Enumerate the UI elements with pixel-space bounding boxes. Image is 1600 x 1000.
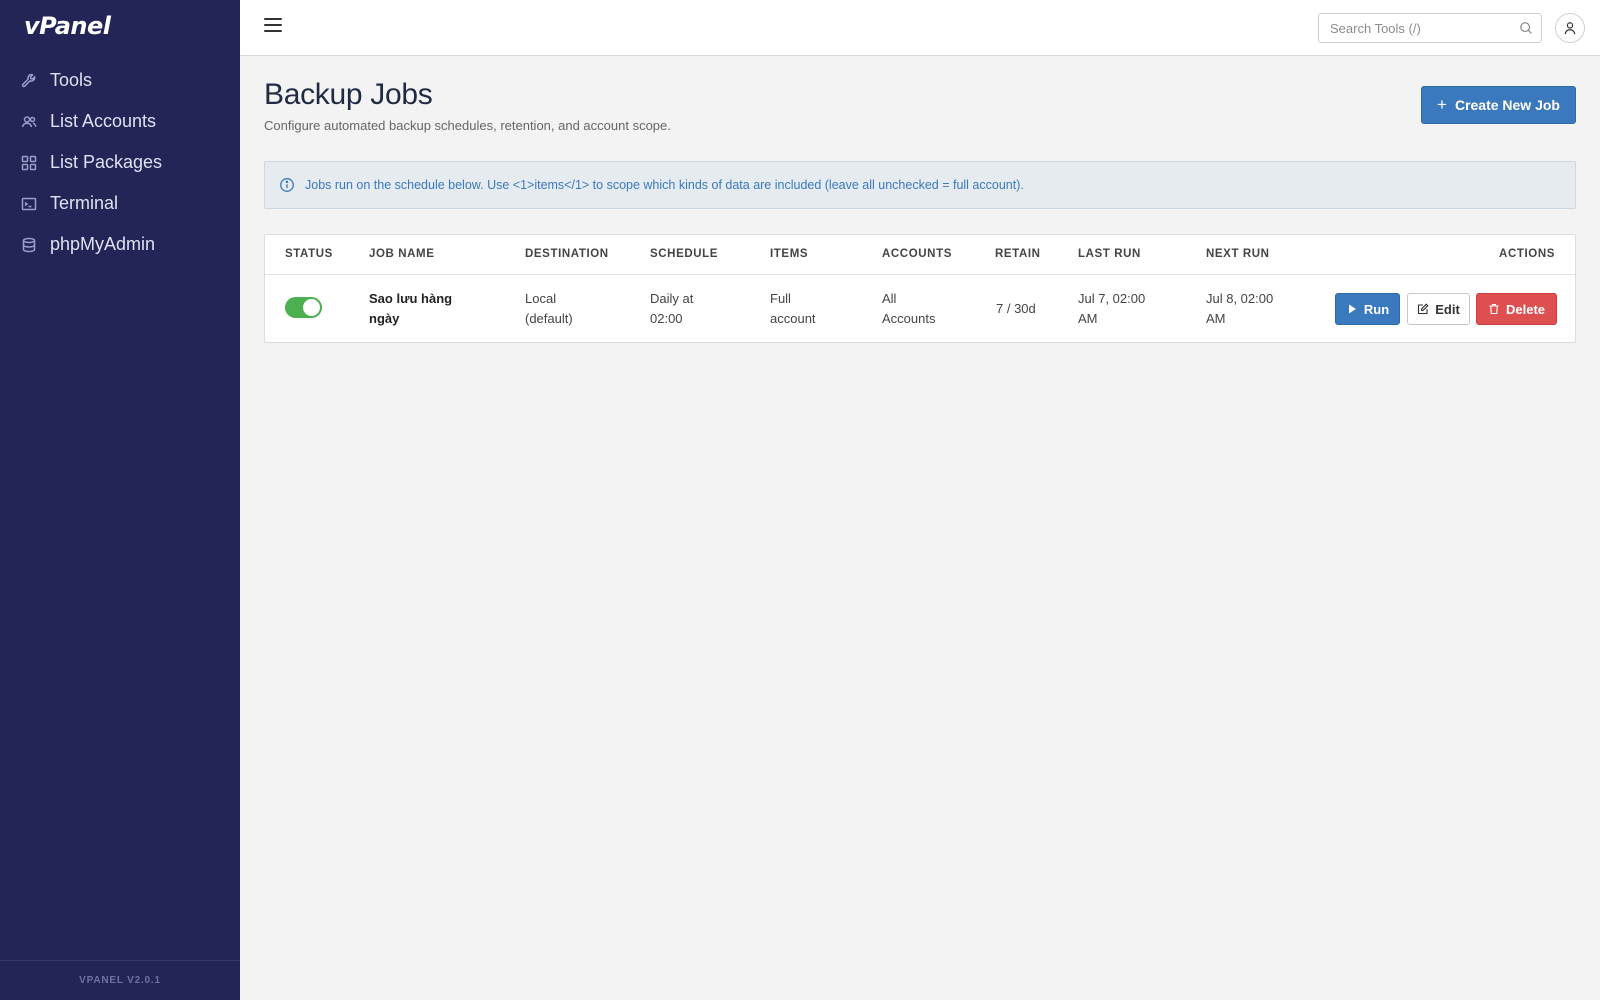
search-input[interactable]	[1319, 14, 1499, 42]
table-header: STATUS JOB NAME DESTINATION SCHEDULE ITE…	[265, 235, 1575, 275]
header-schedule: SCHEDULE	[650, 248, 719, 260]
delete-label: Delete	[1505, 301, 1546, 317]
items-cell: Full account	[770, 289, 816, 329]
last-run-line: AM	[1078, 311, 1098, 326]
run-label: Run	[1363, 301, 1390, 317]
status-toggle[interactable]	[285, 297, 322, 318]
wrench-icon	[20, 72, 38, 90]
search-box	[1318, 13, 1542, 43]
sidebar-item-label: Terminal	[50, 193, 119, 213]
trash-icon	[1489, 303, 1499, 315]
page-subtitle: Configure automated backup schedules, re…	[264, 118, 671, 133]
search-icon[interactable]	[1519, 21, 1533, 35]
sidebar-item-label: phpMyAdmin	[50, 234, 156, 254]
schedule-line: Daily at	[650, 291, 694, 306]
sidebar-item-phpmyadmin[interactable]: phpMyAdmin	[0, 224, 240, 265]
items-line: account	[770, 311, 816, 326]
topbar	[240, 0, 1600, 56]
delete-button[interactable]: Delete	[1476, 293, 1557, 325]
job-name-cell: Sao lưu hàng ngày	[369, 289, 452, 329]
last-run-cell: Jul 7, 02:00 AM	[1078, 289, 1145, 329]
run-button[interactable]: Run	[1335, 293, 1400, 325]
header-last-run: LAST RUN	[1078, 248, 1141, 260]
header-actions: ACTIONS	[1499, 248, 1555, 260]
destination-line: Local	[525, 291, 557, 306]
toggle-knob	[303, 299, 320, 316]
accounts-line: All	[882, 291, 897, 306]
grid-icon	[20, 154, 38, 172]
sidebar-item-label: List Packages	[50, 152, 163, 172]
accounts-cell: All Accounts	[882, 289, 935, 329]
backup-jobs-table: STATUS JOB NAME DESTINATION SCHEDULE ITE…	[264, 234, 1576, 343]
info-icon	[280, 178, 294, 192]
users-icon	[20, 113, 38, 131]
sidebar-item-list-packages[interactable]: List Packages	[0, 142, 240, 183]
play-icon	[1348, 304, 1356, 314]
header-items: ITEMS	[770, 248, 809, 260]
job-name-line: Sao lưu hàng	[369, 291, 453, 306]
sidebar-nav: Tools List Accounts List Packages Termin…	[0, 60, 240, 265]
create-new-job-button[interactable]: + Create New Job	[1421, 86, 1576, 124]
header-retain: RETAIN	[995, 248, 1041, 260]
header-status: STATUS	[285, 248, 333, 260]
sidebar-item-list-accounts[interactable]: List Accounts	[0, 101, 240, 142]
database-icon	[20, 236, 38, 254]
info-text: Jobs run on the schedule below. Use <1>i…	[305, 178, 1024, 192]
sidebar-item-terminal[interactable]: Terminal	[0, 183, 240, 224]
header-accounts: ACCOUNTS	[882, 248, 952, 260]
sidebar-item-label: List Accounts	[50, 111, 157, 131]
sidebar-item-label: Tools	[50, 70, 93, 90]
header-next-run: NEXT RUN	[1206, 248, 1270, 260]
plus-icon: +	[1437, 95, 1447, 114]
hamburger-icon[interactable]	[264, 18, 282, 34]
schedule-line: 02:00	[650, 311, 683, 326]
retain-cell: 7 / 30d	[996, 301, 1036, 316]
version-label: VPANEL V2.0.1	[0, 960, 240, 1000]
job-name-line: ngày	[369, 311, 400, 326]
info-alert: Jobs run on the schedule below. Use <1>i…	[264, 161, 1576, 209]
destination-cell: Local (default)	[525, 289, 573, 329]
edit-button[interactable]: Edit	[1407, 293, 1470, 325]
accounts-line: Accounts	[882, 311, 936, 326]
page-title: Backup Jobs	[264, 78, 433, 111]
items-line: Full	[770, 291, 791, 306]
next-run-line: Jul 8, 02:00	[1206, 291, 1274, 306]
destination-line: (default)	[525, 311, 573, 326]
sidebar: vPanel Tools List Accounts List Packages…	[0, 0, 240, 1000]
header-destination: DESTINATION	[525, 248, 609, 260]
terminal-icon	[20, 195, 38, 213]
edit-label: Edit	[1435, 301, 1460, 317]
last-run-line: Jul 7, 02:00	[1078, 291, 1146, 306]
user-icon	[1564, 22, 1576, 35]
sidebar-item-tools[interactable]: Tools	[0, 60, 240, 101]
schedule-cell: Daily at 02:00	[650, 289, 693, 329]
edit-icon	[1418, 303, 1429, 315]
next-run-cell: Jul 8, 02:00 AM	[1206, 289, 1273, 329]
next-run-line: AM	[1206, 311, 1226, 326]
header-job-name: JOB NAME	[369, 248, 435, 260]
create-new-job-label: Create New Job	[1454, 97, 1560, 113]
table-row: Sao lưu hàng ngày Local (default) Daily …	[265, 275, 1575, 343]
app-logo[interactable]: vPanel	[24, 12, 111, 46]
user-menu-button[interactable]	[1555, 13, 1585, 43]
